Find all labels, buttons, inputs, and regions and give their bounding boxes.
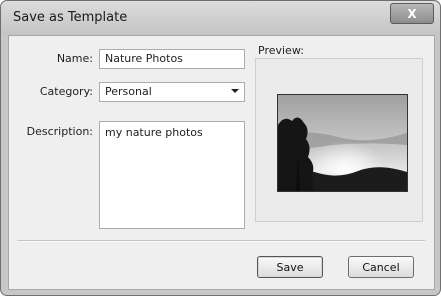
save-as-template-dialog: Save as Template X Name: Nature Photos C…	[0, 0, 441, 296]
chevron-down-icon	[231, 89, 239, 93]
separator	[17, 240, 425, 242]
category-value: Personal	[105, 85, 152, 98]
titlebar: Save as Template X	[1, 1, 440, 35]
category-select[interactable]: Personal	[99, 82, 245, 102]
preview-frame	[255, 58, 423, 222]
cancel-button[interactable]: Cancel	[348, 256, 414, 278]
save-button[interactable]: Save	[257, 256, 323, 278]
category-label: Category:	[39, 85, 93, 98]
description-textarea[interactable]: my nature photos	[99, 121, 245, 229]
close-button[interactable]: X	[390, 3, 434, 24]
preview-image	[277, 94, 408, 192]
preview-label: Preview:	[258, 44, 304, 57]
name-input[interactable]: Nature Photos	[99, 49, 245, 69]
dialog-title: Save as Template	[13, 10, 128, 25]
description-label: Description:	[26, 125, 93, 138]
close-icon: X	[407, 6, 417, 21]
dialog-body: Name: Nature Photos Category: Personal D…	[8, 35, 435, 290]
name-label: Name:	[56, 52, 93, 65]
